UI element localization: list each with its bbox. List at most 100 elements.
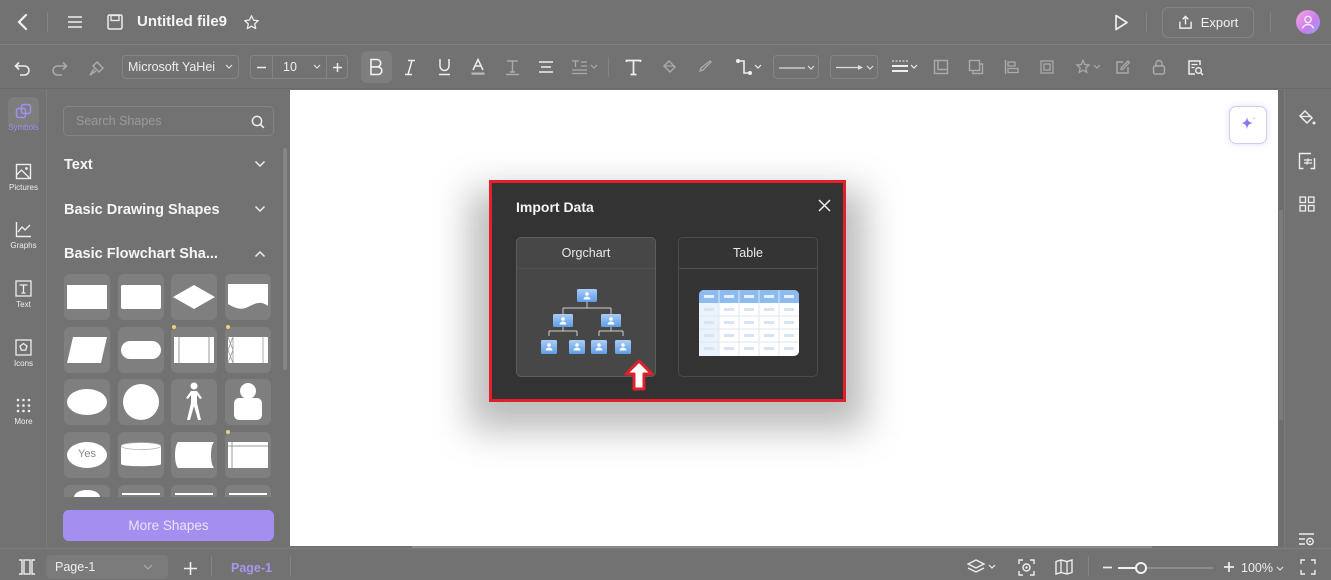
text-tool-button[interactable] [622,56,644,78]
present-button[interactable] [1110,11,1132,33]
zoom-in-button[interactable] [1222,560,1236,574]
panel-scrollbar[interactable] [283,148,287,370]
lock-button[interactable] [1148,56,1170,78]
find-replace-button[interactable] [1184,56,1206,78]
shape-document[interactable] [225,274,271,320]
fill-style-button[interactable] [1296,107,1318,129]
nav-item-symbols[interactable]: Symbols [0,103,47,132]
nav-item-pictures[interactable]: Pictures [0,163,47,192]
pen-button[interactable] [694,56,716,78]
layout-grid-button[interactable] [1296,193,1318,215]
search-shapes-input[interactable]: Search Shapes [63,106,274,136]
nav-label: More [14,417,33,426]
increase-font-size-button[interactable] [326,56,348,78]
chevron-down-icon [143,564,153,570]
shape-yes-ellipse[interactable]: Yes [64,432,110,478]
line-spacing-button[interactable] [569,56,601,78]
zoom-slider[interactable] [1118,562,1213,574]
shape-predefined-process-alt[interactable] [225,327,271,373]
font-color-button[interactable] [467,56,489,78]
shape-process[interactable] [64,274,110,320]
nav-item-more[interactable]: More [0,397,47,426]
shape-stored-data[interactable] [171,432,217,478]
shape-decision[interactable] [171,274,217,320]
chevron-down-icon[interactable] [1276,566,1284,572]
font-size-value[interactable]: 10 [283,60,297,74]
favorite-button[interactable] [240,11,262,33]
export-button[interactable]: Export [1162,7,1254,38]
shape-ellipse[interactable] [64,379,110,425]
undo-button[interactable] [11,57,33,79]
layers-button[interactable] [965,558,999,576]
fullscreen-button[interactable] [1299,558,1317,576]
text-icon [15,280,32,297]
user-avatar[interactable] [1296,10,1320,34]
arrow-style-select[interactable] [830,55,878,79]
panel-settings-button[interactable] [1297,531,1317,547]
shape-data[interactable] [64,327,110,373]
shape-actor[interactable] [171,379,217,425]
plus-icon [1224,562,1234,572]
fill-button[interactable] [658,56,680,78]
bring-front-button[interactable] [930,56,952,78]
text-style-button[interactable] [501,56,523,78]
focus-button[interactable] [1016,558,1036,576]
chevron-down-icon[interactable] [254,205,266,213]
ai-assistant-button[interactable] [1229,106,1267,144]
effects-button[interactable] [1073,56,1105,78]
canvas-vertical-scroll-thumb[interactable] [1279,210,1283,420]
chevron-down-icon[interactable] [313,64,321,70]
bold-button[interactable] [361,51,392,83]
shape-internal-storage[interactable] [225,432,271,478]
group-button[interactable] [1036,56,1058,78]
nav-item-text[interactable]: Text [0,280,47,309]
connector-button[interactable] [733,56,765,78]
send-back-button[interactable] [965,56,987,78]
more-shapes-button[interactable]: More Shapes [63,510,274,541]
shape-predefined-process[interactable] [171,327,217,373]
shape-circle[interactable] [118,379,164,425]
shape-rounded-process[interactable] [118,274,164,320]
shape-person[interactable] [225,379,271,425]
shape-terminator[interactable] [118,327,164,373]
nav-item-icons[interactable]: Icons [0,339,47,368]
page-tab[interactable]: Page-1 [231,561,272,575]
font-family-select[interactable]: Microsoft YaHei [122,55,239,79]
zoom-level[interactable]: 100% [1241,561,1273,575]
decrease-font-size-button[interactable] [251,56,273,78]
nav-item-graphs[interactable]: Graphs [0,221,47,250]
page-select[interactable]: Page-1 [46,555,168,579]
italic-button[interactable] [399,56,421,78]
zoom-out-button[interactable] [1100,560,1114,574]
layers-icon [967,559,996,573]
line-weight-button[interactable] [890,56,920,78]
chevron-up-icon[interactable] [254,250,266,258]
shape-database[interactable] [118,432,164,478]
save-button[interactable] [104,11,126,33]
edit-button[interactable] [1112,56,1134,78]
section-basic-flowchart-shapes[interactable]: Basic Flowchart Sha... [64,246,218,262]
underline-button[interactable] [433,56,455,78]
section-basic-drawing-shapes[interactable]: Basic Drawing Shapes [64,202,220,218]
page-settings-button[interactable] [1296,150,1318,172]
send-back-icon [968,59,984,75]
page-panel-toggle[interactable] [17,558,37,576]
line-style-select[interactable] [773,55,819,79]
add-page-button[interactable] [181,559,199,577]
map-button[interactable] [1054,558,1074,576]
back-button[interactable] [12,11,34,33]
document-title[interactable]: Untitled file9 [137,13,227,30]
menu-button[interactable] [64,11,86,33]
chevron-down-icon[interactable] [254,160,266,168]
table-option[interactable]: Table [678,237,818,377]
orgchart-option[interactable]: Orgchart [516,237,656,377]
section-text[interactable]: Text [64,157,93,173]
redo-button[interactable] [48,57,70,79]
zoom-slider-handle[interactable] [1135,562,1147,574]
close-button[interactable] [816,197,832,213]
align-shapes-button[interactable] [1001,56,1023,78]
align-button[interactable] [535,56,557,78]
group-icon [1040,60,1054,74]
nav-label: Pictures [9,183,38,192]
format-painter-button[interactable] [85,57,107,79]
